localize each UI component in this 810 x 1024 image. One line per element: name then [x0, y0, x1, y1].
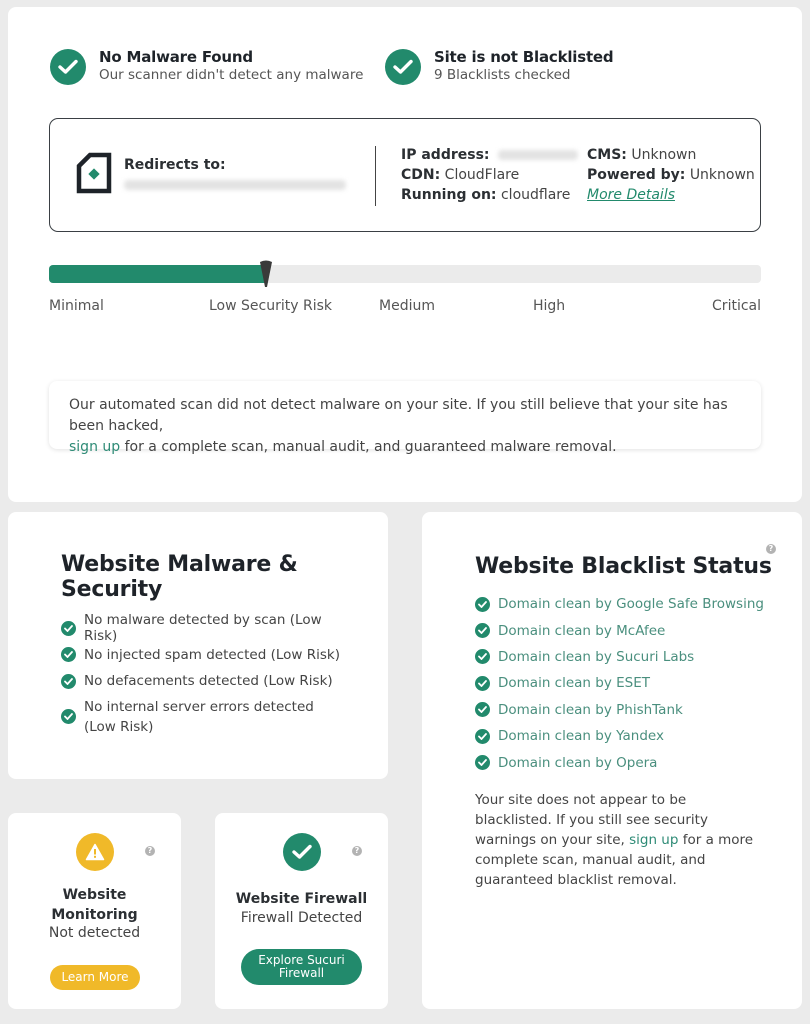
- list-item: Domain clean by Yandex: [475, 723, 775, 749]
- help-icon[interactable]: ?: [145, 846, 155, 856]
- list-item: No malware detected by scan (Low Risk): [61, 612, 351, 644]
- scan-note-text: Our automated scan did not detect malwar…: [69, 397, 728, 434]
- blacklist-summary-subtitle: 9 Blacklists checked: [434, 67, 571, 83]
- risk-meter-fill: [49, 265, 266, 283]
- risk-meter: [49, 260, 761, 287]
- malware-section-title: Website Malware & Security: [61, 552, 298, 602]
- redirects-block: Redirects to:: [124, 155, 346, 195]
- running-on-label: Running on:: [401, 187, 497, 203]
- help-icon[interactable]: ?: [766, 544, 776, 554]
- blacklist-status-card: ? Website Blacklist Status Domain clean …: [422, 512, 802, 1009]
- site-info-box: Redirects to: IP address: CDN: CloudFlar…: [49, 118, 761, 232]
- more-details-link[interactable]: More Details: [587, 187, 675, 203]
- monitoring-title: Website Monitoring: [51, 887, 138, 923]
- list-item: Domain clean by Sucuri Labs: [475, 644, 775, 670]
- check-circle-icon: [50, 49, 86, 85]
- ip-value-redacted: [497, 150, 578, 160]
- check-icon: [475, 728, 490, 744]
- malware-check-list: No malware detected by scan (Low Risk) N…: [61, 612, 351, 739]
- cdn-value: CloudFlare: [444, 167, 520, 183]
- risk-label-high: High: [533, 298, 566, 314]
- risk-label-medium: Medium: [379, 298, 435, 314]
- malware-summary-title: No Malware Found: [99, 48, 253, 66]
- scan-results-card: No Malware Found Our scanner didn't dete…: [8, 7, 802, 502]
- blacklist-note: Your site does not appear to be blacklis…: [475, 792, 754, 888]
- malware-summary-subtitle: Our scanner didn't detect any malware: [99, 67, 364, 83]
- risk-label-critical: Critical: [712, 298, 761, 314]
- firewall-status: Firewall Detected: [240, 910, 363, 926]
- powered-by-value: Unknown: [689, 167, 755, 183]
- check-icon: [475, 675, 490, 691]
- monitoring-status: Not detected: [48, 925, 141, 941]
- running-on-value: cloudflare: [500, 187, 571, 203]
- warning-icon: [76, 833, 114, 871]
- list-item: Domain clean by Google Safe Browsing: [475, 591, 775, 617]
- list-item: Domain clean by Opera: [475, 749, 775, 775]
- site-icon: [76, 152, 112, 198]
- server-info-block: IP address: CDN: CloudFlare Running on: …: [401, 145, 578, 205]
- risk-marker-icon: [260, 260, 272, 287]
- help-icon[interactable]: ?: [352, 846, 362, 856]
- powered-by-label: Powered by:: [587, 167, 686, 183]
- list-item: No internal server errors detected (Low …: [61, 695, 351, 739]
- scan-note-text-after: for a complete scan, manual audit, and g…: [120, 439, 617, 455]
- ip-label: IP address:: [401, 147, 490, 163]
- list-item: No injected spam detected (Low Risk): [61, 642, 351, 669]
- website-monitoring-card: ? Website Monitoring Not detected Learn …: [8, 813, 181, 1009]
- blacklist-summary: Site is not Blacklisted 9 Blacklists che…: [434, 48, 614, 83]
- explore-firewall-button[interactable]: Explore Sucuri Firewall: [241, 949, 362, 985]
- redirects-label: Redirects to:: [124, 157, 226, 173]
- check-icon: [61, 673, 76, 689]
- learn-more-button[interactable]: Learn More: [50, 965, 140, 990]
- check-icon: [475, 623, 490, 639]
- check-icon: [61, 647, 76, 663]
- check-icon: [61, 620, 76, 636]
- check-icon: [475, 702, 490, 718]
- malware-security-card: Website Malware & Security No malware de…: [8, 512, 388, 779]
- website-firewall-card: ? Website Firewall Firewall Detected Exp…: [215, 813, 388, 1009]
- list-item: Domain clean by PhishTank: [475, 697, 775, 723]
- cms-info-block: CMS: Unknown Powered by: Unknown More De…: [587, 145, 755, 205]
- list-item: Domain clean by ESET: [475, 670, 775, 696]
- check-circle-icon: [283, 833, 321, 871]
- malware-summary: No Malware Found Our scanner didn't dete…: [99, 48, 363, 83]
- list-item: Domain clean by McAfee: [475, 617, 775, 643]
- check-icon: [475, 649, 490, 665]
- risk-label-low: Low Security Risk: [209, 298, 332, 314]
- check-circle-icon: [385, 49, 421, 85]
- check-icon: [475, 596, 490, 612]
- cdn-label: CDN:: [401, 167, 441, 183]
- cms-label: CMS:: [587, 147, 627, 163]
- scan-note: Our automated scan did not detect malwar…: [49, 381, 761, 455]
- sign-up-link[interactable]: sign up: [69, 439, 120, 455]
- blacklist-sign-up-link[interactable]: sign up: [629, 832, 678, 848]
- cms-value: Unknown: [631, 147, 697, 163]
- check-icon: [475, 755, 490, 771]
- info-divider: [375, 146, 376, 206]
- risk-label-minimal: Minimal: [49, 298, 104, 314]
- list-item: No defacements detected (Low Risk): [61, 668, 351, 695]
- check-icon: [61, 709, 76, 724]
- blacklist-section-title: Website Blacklist Status: [475, 554, 772, 579]
- firewall-title: Website Firewall: [235, 891, 368, 907]
- blacklist-check-list: Domain clean by Google Safe Browsing Dom…: [475, 591, 775, 776]
- blacklist-summary-title: Site is not Blacklisted: [434, 48, 614, 66]
- redirects-value-redacted: [124, 180, 346, 190]
